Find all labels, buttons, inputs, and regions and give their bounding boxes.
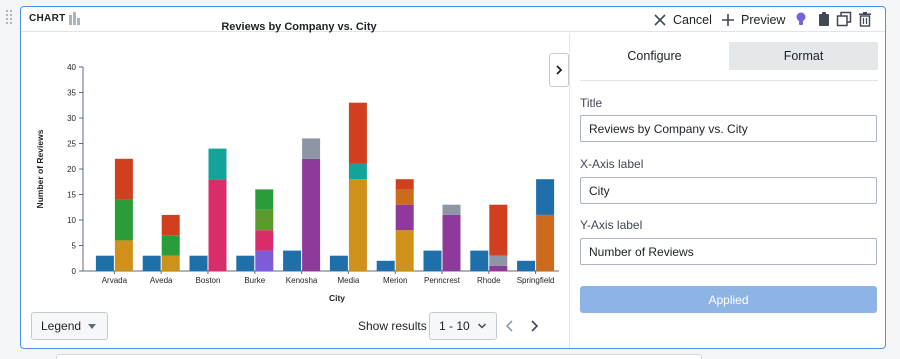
bar-segment [329, 255, 348, 271]
bar-segment [442, 214, 461, 271]
y-tick-label: 30 [67, 114, 76, 123]
chart-title: Reviews by Company vs. City [221, 21, 377, 33]
chart-widget-panel: CHART Cancel Preview Reviews by Company … [20, 6, 886, 349]
bar-segment [395, 189, 414, 205]
x-tick-label: Burke [244, 276, 265, 285]
bar-segment [348, 179, 367, 271]
xaxis-input[interactable]: City [580, 177, 877, 204]
y-tick-label: 35 [67, 89, 76, 98]
bar-segment [255, 209, 274, 231]
chevron-left-icon[interactable] [504, 319, 516, 333]
x-tick-label: Boston [196, 276, 221, 285]
legend-dropdown[interactable]: Legend [31, 312, 108, 340]
preview-label: Preview [741, 13, 786, 27]
tab-configure[interactable]: Configure [580, 42, 729, 70]
y-tick-label: 15 [67, 191, 76, 200]
bar-segment [302, 138, 321, 159]
cancel-button[interactable]: Cancel [653, 11, 712, 29]
x-tick-label: Media [338, 276, 360, 285]
bar-segment [114, 240, 133, 271]
lightbulb-icon[interactable] [793, 11, 809, 27]
x-tick-label: Kenosha [286, 276, 318, 285]
x-tick-label: Arvada [102, 276, 128, 285]
page-range-select[interactable]: 1 - 10 [429, 312, 497, 340]
bar-segment [395, 230, 414, 271]
y-tick-label: 20 [67, 165, 76, 174]
bar-segment [255, 250, 274, 271]
show-results-label: Show results [358, 319, 427, 333]
chevron-down-icon [477, 323, 487, 329]
bar-chart: 0 5 10 15 20 25 30 35 40 Number of Reviews City Arv… [35, 63, 559, 303]
bar-segment [208, 179, 227, 271]
bar-segment [161, 235, 180, 256]
sidebar-tabs: Configure Format [580, 42, 878, 70]
tab-format[interactable]: Format [729, 42, 878, 70]
bar-segment [470, 250, 489, 271]
preview-button[interactable]: Preview [721, 11, 785, 29]
cancel-label: Cancel [673, 13, 712, 27]
caret-down-icon [88, 324, 96, 329]
y-tick-label: 10 [67, 216, 76, 225]
tabs-divider [580, 80, 878, 81]
bar-segment [208, 148, 227, 180]
bar-segment [489, 265, 508, 271]
yaxis-field-label: Y-Axis label [580, 218, 643, 232]
bar-segment [114, 199, 133, 241]
xaxis-field-label: X-Axis label [580, 157, 644, 171]
bar-segment [376, 260, 395, 271]
page-range-value: 1 - 10 [439, 319, 470, 333]
trash-icon[interactable] [857, 11, 873, 27]
next-widget-edge [56, 354, 702, 359]
bar-segment [395, 204, 414, 231]
y-tick-label: 25 [67, 140, 76, 149]
x-tick-label: Aveda [150, 276, 173, 285]
collapse-panel-button[interactable] [549, 53, 569, 87]
y-tick-label: 0 [72, 267, 77, 276]
bar-segment [442, 204, 461, 215]
bar-segment [348, 102, 367, 164]
bar-segment [161, 214, 180, 236]
y-tick-label: 5 [72, 242, 77, 251]
cross-icon [654, 14, 666, 26]
bar-segment [423, 250, 442, 271]
bar-segment [189, 255, 208, 271]
bar-segment [114, 158, 133, 200]
chevron-right-icon [556, 65, 563, 75]
x-axis-label: City [329, 293, 345, 303]
bar-segment [236, 255, 255, 271]
bar-segment [348, 163, 367, 180]
chevron-right-icon[interactable] [528, 319, 540, 333]
legend-label: Legend [41, 319, 82, 333]
title-input[interactable]: Reviews by Company vs. City [580, 115, 877, 142]
bar-segment [255, 189, 274, 210]
format-sidebar: Configure Format Title Reviews by Compan… [570, 33, 885, 348]
y-axis-label: Number of Reviews [35, 129, 45, 208]
x-tick-label: Springfield [517, 276, 555, 285]
bar-segment [489, 255, 508, 266]
x-tick-label: Penncrest [424, 276, 461, 285]
x-tick-label: Merion [383, 276, 407, 285]
bar-segment [517, 260, 536, 271]
bar-segment [283, 250, 302, 271]
bar-segment [255, 230, 274, 251]
applied-button: Applied [580, 286, 877, 313]
plus-icon [722, 14, 734, 26]
duplicate-icon[interactable] [836, 11, 852, 27]
title-field-label: Title [580, 96, 603, 110]
y-tick-label: 40 [67, 63, 76, 72]
bar-segment [489, 204, 508, 256]
clipboard-icon[interactable] [816, 11, 832, 27]
yaxis-input[interactable]: Number of Reviews [580, 238, 877, 265]
bar-segment [302, 158, 321, 271]
bar-segment [536, 179, 555, 215]
bar-segment [536, 214, 555, 271]
bar-segment [142, 255, 161, 271]
bar-segment [395, 179, 414, 190]
drag-handle-icon[interactable] [6, 10, 14, 26]
bar-segment [95, 255, 114, 271]
bar-segment [161, 255, 180, 271]
x-tick-label: Rhode [477, 276, 501, 285]
